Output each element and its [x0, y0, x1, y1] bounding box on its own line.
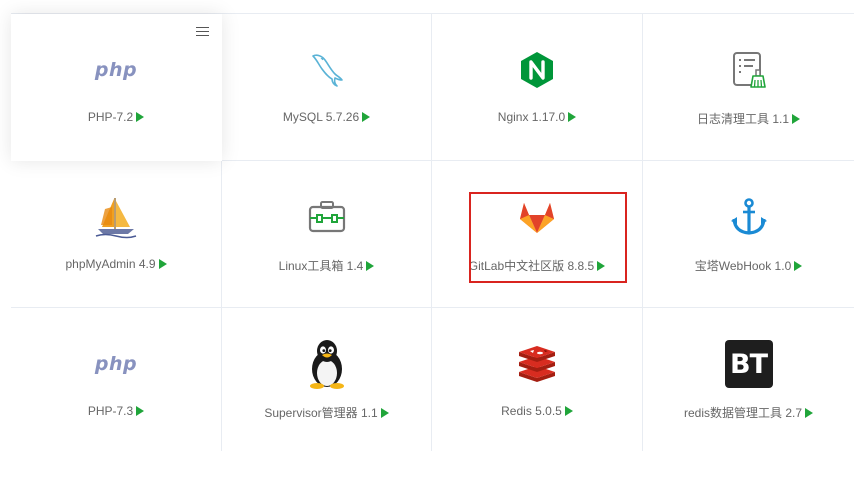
bt-icon: BT — [723, 338, 775, 390]
log-cleaner-icon — [723, 44, 775, 96]
software-item-nginx[interactable]: Nginx 1.17.0 — [432, 14, 643, 161]
play-arrow-icon[interactable] — [362, 112, 371, 122]
software-item-label: Redis 5.0.5 — [501, 404, 562, 418]
gitlab-fox-icon — [511, 191, 563, 243]
phpmyadmin-sailboat-icon — [90, 191, 142, 243]
software-item-log-cleaner[interactable]: 日志清理工具 1.1 — [643, 14, 854, 161]
software-item-label: GitLab中文社区版 8.8.5 — [468, 259, 595, 273]
software-item-label: 宝塔WebHook 1.0 — [694, 259, 792, 273]
software-item-php-7-3[interactable]: php PHP-7.3 — [11, 308, 222, 451]
play-arrow-icon[interactable] — [794, 260, 803, 271]
software-item-label: redis数据管理工具 2.7 — [683, 406, 803, 420]
software-item-supervisor[interactable]: Supervisor管理器 1.1 — [222, 308, 432, 451]
software-item-linux-toolbox[interactable]: Linux工具箱 1.4 — [222, 161, 432, 308]
software-item-phpmyadmin[interactable]: phpMyAdmin 4.9 — [11, 161, 222, 308]
nginx-icon — [511, 44, 563, 96]
play-arrow-icon[interactable] — [805, 407, 814, 418]
anchor-icon — [723, 191, 775, 243]
php-icon: php — [94, 353, 138, 375]
play-arrow-icon[interactable] — [158, 259, 167, 269]
software-item-redis-manager[interactable]: BT redis数据管理工具 2.7 — [643, 308, 854, 451]
php-icon: php — [94, 59, 138, 81]
software-item-label: phpMyAdmin 4.9 — [65, 257, 156, 271]
play-arrow-icon[interactable] — [792, 113, 801, 124]
software-item-label: Nginx 1.17.0 — [497, 110, 566, 124]
mysql-dolphin-icon — [301, 44, 353, 96]
play-arrow-icon[interactable] — [568, 112, 577, 122]
software-item-label: PHP-7.2 — [87, 110, 134, 124]
software-item-label: MySQL 5.7.26 — [282, 110, 360, 124]
play-arrow-icon[interactable] — [597, 260, 606, 271]
software-grid: php PHP-7.2 MySQL 5.7.26 Nginx 1.17.0 日志… — [11, 14, 854, 451]
software-item-label: 日志清理工具 1.1 — [696, 112, 790, 126]
software-item-label: Supervisor管理器 1.1 — [264, 406, 378, 420]
linux-penguin-icon — [301, 338, 353, 390]
menu-icon[interactable] — [196, 27, 209, 38]
toolbox-icon — [301, 191, 353, 243]
software-item-label: Linux工具箱 1.4 — [278, 259, 364, 273]
play-arrow-icon[interactable] — [366, 260, 375, 271]
redis-icon — [511, 338, 563, 390]
software-item-redis[interactable]: Redis 5.0.5 — [432, 308, 643, 451]
software-item-gitlab[interactable]: GitLab中文社区版 8.8.5 — [432, 161, 643, 308]
play-arrow-icon[interactable] — [136, 406, 145, 416]
play-arrow-icon[interactable] — [380, 407, 389, 418]
play-arrow-icon[interactable] — [564, 406, 573, 416]
software-item-mysql[interactable]: MySQL 5.7.26 — [222, 14, 432, 161]
software-item-php-7-2[interactable]: php PHP-7.2 — [11, 14, 222, 161]
software-item-label: PHP-7.3 — [87, 404, 134, 418]
software-item-webhook[interactable]: 宝塔WebHook 1.0 — [643, 161, 854, 308]
play-arrow-icon[interactable] — [136, 112, 145, 122]
